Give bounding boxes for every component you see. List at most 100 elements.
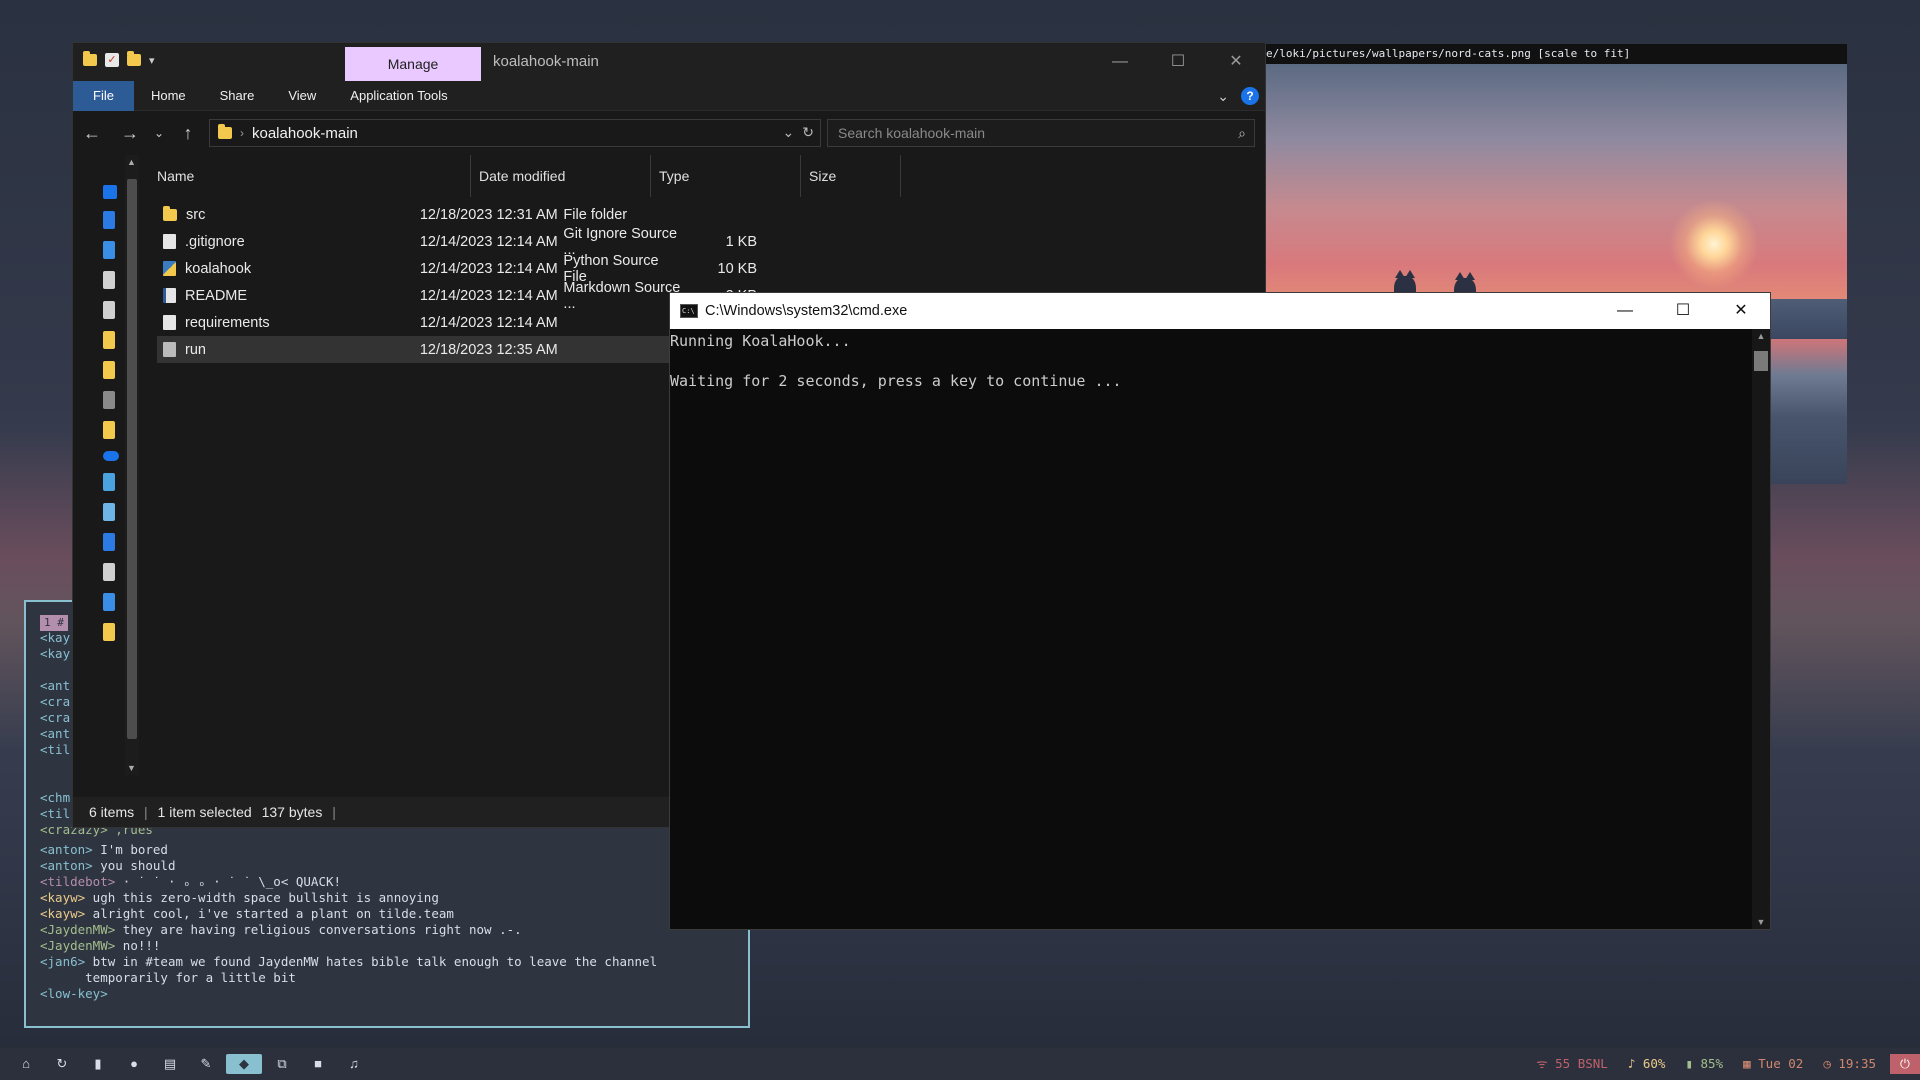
file-date: 12/14/2023 12:14 AM <box>419 233 558 250</box>
irc-nick: <kayw> <box>40 906 86 921</box>
date-status: ▦ Tue 02 <box>1743 1056 1804 1071</box>
folder-icon[interactable] <box>103 421 115 439</box>
up-arrow-icon[interactable]: ↑ <box>169 123 207 144</box>
forward-arrow-icon[interactable]: → <box>111 123 149 144</box>
refresh-icon[interactable]: ↻ <box>802 124 814 141</box>
cmd-window[interactable]: C:\ C:\Windows\system32\cmd.exe — ☐ ✕ Ru… <box>669 292 1771 930</box>
recent-locations-icon[interactable]: ⌄ <box>149 126 169 140</box>
ribbon-tab-file[interactable]: File <box>73 80 134 111</box>
manage-tab[interactable]: Manage <box>345 47 481 81</box>
file-row[interactable]: .gitignore 12/14/2023 12:14 AM Git Ignore … <box>157 226 757 258</box>
irc-text: I'm bored <box>92 842 168 857</box>
irc-nick: <tildebot> <box>40 874 116 889</box>
cmd-scroll-thumb[interactable] <box>1754 351 1768 371</box>
power-icon[interactable]: ⏻ <box>1890 1054 1920 1074</box>
scroll-up-icon[interactable]: ▲ <box>127 157 136 167</box>
file-date: 12/18/2023 12:31 AM <box>419 206 558 223</box>
minimize-button[interactable]: — <box>1091 43 1149 81</box>
chevron-right-icon[interactable]: › <box>240 126 244 140</box>
column-type[interactable]: Type <box>651 155 801 197</box>
scroll-down-icon[interactable]: ▼ <box>1752 917 1770 927</box>
file-name: requirements <box>185 314 270 331</box>
maximize-button[interactable]: ☐ <box>1149 43 1207 81</box>
file-date: 12/18/2023 12:35 AM <box>419 341 558 358</box>
clock: ◷ 19:35 <box>1823 1056 1876 1071</box>
workspace-button[interactable]: ■ <box>302 1054 334 1074</box>
downloads-icon[interactable] <box>103 241 115 259</box>
star-icon[interactable] <box>103 185 117 199</box>
new-folder-icon[interactable] <box>127 51 141 66</box>
irc-message: <anton> you should <box>40 858 657 874</box>
address-bar[interactable]: › koalahook-main ⌄ ↻ <box>209 119 821 147</box>
documents-icon[interactable] <box>103 271 115 289</box>
close-button[interactable]: ✕ <box>1207 43 1265 81</box>
desktop-icon[interactable] <box>103 503 115 521</box>
workspace-button[interactable]: ◆ <box>226 1054 262 1074</box>
file-row[interactable]: requirements 12/14/2023 12:14 AM <box>157 309 757 336</box>
maximize-button[interactable]: ☐ <box>1654 293 1712 329</box>
file-row[interactable]: run 12/18/2023 12:35 AM <box>157 336 757 363</box>
help-icon[interactable]: ? <box>1241 87 1259 105</box>
search-input[interactable]: Search koalahook-main ⌕ <box>827 119 1255 147</box>
column-size[interactable]: Size <box>801 155 901 197</box>
cmd-scrollbar[interactable]: ▲ ▼ <box>1752 329 1770 929</box>
workspace-button[interactable]: ♫ <box>338 1054 370 1074</box>
network-status[interactable]: ᯤ 55 BSNL <box>1526 1054 1618 1074</box>
file-name: src <box>186 206 206 223</box>
workspace-button[interactable]: ↻ <box>46 1054 78 1074</box>
workspace-button[interactable]: ⧉ <box>266 1054 298 1074</box>
pictures-icon[interactable] <box>103 301 115 319</box>
ribbon-tab-home[interactable]: Home <box>134 81 203 111</box>
cmd-line: Waiting for 2 seconds, press a key to co… <box>670 372 1122 390</box>
folder-icon[interactable] <box>103 361 115 379</box>
onedrive-icon[interactable] <box>103 451 119 461</box>
back-arrow-icon[interactable]: ← <box>73 123 111 144</box>
cmd-title-bar[interactable]: C:\ C:\Windows\system32\cmd.exe — ☐ ✕ <box>670 293 1770 329</box>
folder-icon[interactable] <box>103 331 115 349</box>
downloads-icon[interactable] <box>103 593 115 611</box>
workspace-button[interactable]: ● <box>118 1054 150 1074</box>
explorer-title-bar[interactable]: ✓ ▾ Manage koalahook-main — ☐ ✕ <box>73 43 1265 81</box>
this-pc-icon[interactable] <box>103 473 115 491</box>
irc-channel-tab[interactable]: 1 # <box>40 615 68 631</box>
quick-access-toolbar: ✓ ▾ <box>83 51 155 67</box>
volume-status[interactable]: ♪ 60% <box>1618 1054 1676 1074</box>
system-tray: ᯤ 55 BSNL ♪ 60% ▮ 85% ▦ Tue 02 ◷ 19:35 ⏻ <box>1526 1054 1920 1074</box>
pictures-icon[interactable] <box>103 563 115 581</box>
scroll-up-icon[interactable]: ▲ <box>1752 331 1770 341</box>
irc-nick: <JaydenMW> <box>40 922 116 937</box>
nav-scrollbar[interactable]: ▲ ▼ <box>125 155 139 775</box>
ribbon-tab-share[interactable]: Share <box>203 81 272 111</box>
workspace-button[interactable]: ▮ <box>82 1054 114 1074</box>
ribbon-tab-view[interactable]: View <box>271 81 333 111</box>
workspace-button[interactable]: ▤ <box>154 1054 186 1074</box>
console-icon: C:\ <box>680 304 698 318</box>
desktop-icon[interactable] <box>103 211 115 229</box>
customize-toolbar-icon[interactable]: ▾ <box>149 54 155 67</box>
column-date-modified[interactable]: Date modified <box>471 155 651 197</box>
expand-ribbon-icon[interactable]: ⌄ <box>1217 88 1229 105</box>
workspace-button[interactable]: ✎ <box>190 1054 222 1074</box>
scroll-down-icon[interactable]: ▼ <box>127 763 136 773</box>
properties-icon[interactable]: ✓ <box>105 53 119 67</box>
file-row[interactable]: koalahook 12/14/2023 12:14 AM Python Sourc… <box>157 253 757 285</box>
music-icon[interactable] <box>103 623 115 641</box>
close-button[interactable]: ✕ <box>1712 293 1770 329</box>
workspace-list: ⌂ ↻ ▮ ● ▤ ✎ ◆ ⧉ ■ ♫ <box>10 1054 370 1074</box>
cmd-output[interactable]: Running KoalaHook... Waiting for 2 second… <box>670 329 1752 929</box>
documents-icon[interactable] <box>103 533 115 551</box>
nav-scroll-thumb[interactable] <box>127 179 137 739</box>
minimize-button[interactable]: — <box>1596 293 1654 329</box>
address-dropdown-icon[interactable]: ⌄ <box>783 124 795 141</box>
ribbon-tab-application-tools[interactable]: Application Tools <box>333 81 464 111</box>
irc-message: temporarily for a little bit <box>40 970 657 986</box>
workspace-button[interactable]: ⌂ <box>10 1054 42 1074</box>
folder-icon[interactable] <box>83 51 97 66</box>
search-icon[interactable]: ⌕ <box>1238 120 1246 146</box>
drive-icon[interactable] <box>103 391 115 409</box>
column-name[interactable]: Name <box>149 155 471 197</box>
irc-message: <anton> I'm bored <box>40 842 657 858</box>
navigation-pane[interactable]: ▲ ▼ <box>73 155 141 775</box>
file-row[interactable]: README 12/14/2023 12:14 AM Markdown Source… <box>157 280 757 312</box>
file-row[interactable]: src 12/18/2023 12:31 AM File folder <box>157 201 757 228</box>
